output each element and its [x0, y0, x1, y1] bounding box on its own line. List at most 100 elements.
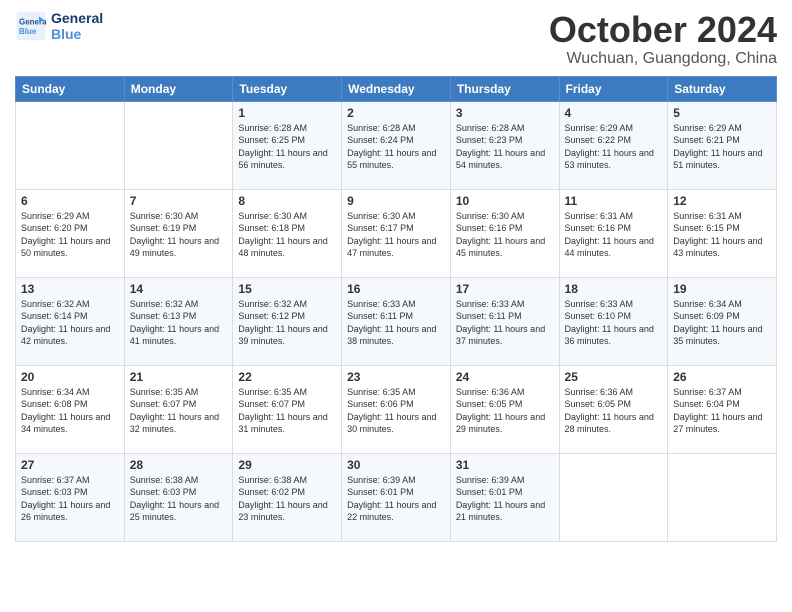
- day-number: 28: [130, 458, 228, 472]
- svg-text:Blue: Blue: [19, 27, 37, 36]
- day-info: Sunrise: 6:30 AM Sunset: 6:18 PM Dayligh…: [238, 210, 336, 260]
- day-number: 27: [21, 458, 119, 472]
- month-title: October 2024: [549, 10, 777, 50]
- page: General Blue General Blue October 2024 W…: [0, 0, 792, 612]
- day-number: 23: [347, 370, 445, 384]
- calendar-day-cell: 19 Sunrise: 6:34 AM Sunset: 6:09 PM Dayli…: [668, 277, 777, 365]
- day-info: Sunrise: 6:30 AM Sunset: 6:16 PM Dayligh…: [456, 210, 554, 260]
- calendar-day-cell: 1 Sunrise: 6:28 AM Sunset: 6:25 PM Daylig…: [233, 101, 342, 189]
- day-info: Sunrise: 6:39 AM Sunset: 6:01 PM Dayligh…: [456, 474, 554, 524]
- day-info: Sunrise: 6:33 AM Sunset: 6:11 PM Dayligh…: [456, 298, 554, 348]
- day-info: Sunrise: 6:37 AM Sunset: 6:03 PM Dayligh…: [21, 474, 119, 524]
- calendar-day-cell: 27 Sunrise: 6:37 AM Sunset: 6:03 PM Dayli…: [16, 453, 125, 541]
- day-info: Sunrise: 6:36 AM Sunset: 6:05 PM Dayligh…: [456, 386, 554, 436]
- calendar-day-cell: 29Sunrise: 6:38 AM Sunset: 6:02 PM Dayli…: [233, 453, 342, 541]
- calendar-day-cell: 9Sunrise: 6:30 AM Sunset: 6:17 PM Daylig…: [342, 189, 451, 277]
- day-number: 8: [238, 194, 336, 208]
- day-info: Sunrise: 6:29 AM Sunset: 6:22 PM Dayligh…: [565, 122, 663, 172]
- calendar-day-cell: 18 Sunrise: 6:33 AM Sunset: 6:10 PM Dayli…: [559, 277, 668, 365]
- calendar-day-cell: [668, 453, 777, 541]
- weekday-header-row: SundayMondayTuesdayWednesdayThursdayFrid…: [16, 76, 777, 101]
- calendar-day-cell: 17 Sunrise: 6:33 AM Sunset: 6:11 PM Dayli…: [450, 277, 559, 365]
- calendar-day-cell: 3Sunrise: 6:28 AM Sunset: 6:23 PM Daylig…: [450, 101, 559, 189]
- weekday-header-cell: Thursday: [450, 76, 559, 101]
- location-title: Wuchuan, Guangdong, China: [549, 50, 777, 68]
- day-info: Sunrise: 6:32 AM Sunset: 6:12 PM Dayligh…: [238, 298, 336, 348]
- calendar-day-cell: 24Sunrise: 6:36 AM Sunset: 6:05 PM Dayli…: [450, 365, 559, 453]
- day-number: 17: [456, 282, 554, 296]
- calendar-day-cell: 31 Sunrise: 6:39 AM Sunset: 6:01 PM Dayli…: [450, 453, 559, 541]
- day-number: 16: [347, 282, 445, 296]
- day-number: 20: [21, 370, 119, 384]
- calendar-day-cell: 10 Sunrise: 6:30 AM Sunset: 6:16 PM Dayli…: [450, 189, 559, 277]
- day-number: 21: [130, 370, 228, 384]
- day-info: Sunrise: 6:35 AM Sunset: 6:07 PM Dayligh…: [130, 386, 228, 436]
- day-info: Sunrise: 6:38 AM Sunset: 6:02 PM Dayligh…: [238, 474, 336, 524]
- day-number: 2: [347, 106, 445, 120]
- day-number: 31: [456, 458, 554, 472]
- logo-text-general: General: [51, 10, 103, 26]
- calendar-day-cell: 12 Sunrise: 6:31 AM Sunset: 6:15 PM Dayli…: [668, 189, 777, 277]
- calendar-day-cell: 14Sunrise: 6:32 AM Sunset: 6:13 PM Dayli…: [124, 277, 233, 365]
- day-info: Sunrise: 6:36 AM Sunset: 6:05 PM Dayligh…: [565, 386, 663, 436]
- logo-text-blue: Blue: [51, 26, 103, 42]
- calendar-day-cell: 20 Sunrise: 6:34 AM Sunset: 6:08 PM Dayli…: [16, 365, 125, 453]
- weekday-header-cell: Saturday: [668, 76, 777, 101]
- day-info: Sunrise: 6:34 AM Sunset: 6:08 PM Dayligh…: [21, 386, 119, 436]
- svg-text:General: General: [19, 17, 47, 26]
- calendar-day-cell: 2 Sunrise: 6:28 AM Sunset: 6:24 PM Daylig…: [342, 101, 451, 189]
- day-number: 12: [673, 194, 771, 208]
- day-info: Sunrise: 6:32 AM Sunset: 6:13 PM Dayligh…: [130, 298, 228, 348]
- calendar-day-cell: 30Sunrise: 6:39 AM Sunset: 6:01 PM Dayli…: [342, 453, 451, 541]
- logo: General Blue General Blue: [15, 10, 103, 42]
- day-info: Sunrise: 6:33 AM Sunset: 6:10 PM Dayligh…: [565, 298, 663, 348]
- calendar-day-cell: 21 Sunrise: 6:35 AM Sunset: 6:07 PM Dayli…: [124, 365, 233, 453]
- calendar-day-cell: [124, 101, 233, 189]
- day-info: Sunrise: 6:34 AM Sunset: 6:09 PM Dayligh…: [673, 298, 771, 348]
- calendar-day-cell: 11 Sunrise: 6:31 AM Sunset: 6:16 PM Dayli…: [559, 189, 668, 277]
- day-info: Sunrise: 6:28 AM Sunset: 6:25 PM Dayligh…: [238, 122, 336, 172]
- calendar-body: 1 Sunrise: 6:28 AM Sunset: 6:25 PM Daylig…: [16, 101, 777, 541]
- weekday-header-cell: Sunday: [16, 76, 125, 101]
- day-number: 18: [565, 282, 663, 296]
- day-number: 26: [673, 370, 771, 384]
- calendar-day-cell: 6Sunrise: 6:29 AM Sunset: 6:20 PM Daylig…: [16, 189, 125, 277]
- calendar-week-row: 6Sunrise: 6:29 AM Sunset: 6:20 PM Daylig…: [16, 189, 777, 277]
- title-block: October 2024 Wuchuan, Guangdong, China: [549, 10, 777, 68]
- day-info: Sunrise: 6:35 AM Sunset: 6:06 PM Dayligh…: [347, 386, 445, 436]
- calendar-day-cell: 7Sunrise: 6:30 AM Sunset: 6:19 PM Daylig…: [124, 189, 233, 277]
- calendar-day-cell: 8 Sunrise: 6:30 AM Sunset: 6:18 PM Daylig…: [233, 189, 342, 277]
- logo-icon: General Blue: [15, 10, 47, 42]
- day-info: Sunrise: 6:29 AM Sunset: 6:21 PM Dayligh…: [673, 122, 771, 172]
- day-info: Sunrise: 6:31 AM Sunset: 6:16 PM Dayligh…: [565, 210, 663, 260]
- day-info: Sunrise: 6:37 AM Sunset: 6:04 PM Dayligh…: [673, 386, 771, 436]
- day-number: 15: [238, 282, 336, 296]
- day-info: Sunrise: 6:31 AM Sunset: 6:15 PM Dayligh…: [673, 210, 771, 260]
- calendar-day-cell: 4 Sunrise: 6:29 AM Sunset: 6:22 PM Daylig…: [559, 101, 668, 189]
- day-number: 5: [673, 106, 771, 120]
- day-number: 6: [21, 194, 119, 208]
- day-info: Sunrise: 6:32 AM Sunset: 6:14 PM Dayligh…: [21, 298, 119, 348]
- calendar-week-row: 1 Sunrise: 6:28 AM Sunset: 6:25 PM Daylig…: [16, 101, 777, 189]
- calendar-week-row: 27 Sunrise: 6:37 AM Sunset: 6:03 PM Dayli…: [16, 453, 777, 541]
- day-number: 19: [673, 282, 771, 296]
- weekday-header-cell: Wednesday: [342, 76, 451, 101]
- day-number: 9: [347, 194, 445, 208]
- weekday-header-cell: Monday: [124, 76, 233, 101]
- calendar-week-row: 13 Sunrise: 6:32 AM Sunset: 6:14 PM Dayli…: [16, 277, 777, 365]
- calendar-week-row: 20 Sunrise: 6:34 AM Sunset: 6:08 PM Dayli…: [16, 365, 777, 453]
- day-number: 4: [565, 106, 663, 120]
- day-number: 11: [565, 194, 663, 208]
- day-info: Sunrise: 6:28 AM Sunset: 6:24 PM Dayligh…: [347, 122, 445, 172]
- day-info: Sunrise: 6:38 AM Sunset: 6:03 PM Dayligh…: [130, 474, 228, 524]
- day-number: 10: [456, 194, 554, 208]
- day-number: 1: [238, 106, 336, 120]
- calendar-table: SundayMondayTuesdayWednesdayThursdayFrid…: [15, 76, 777, 542]
- calendar-day-cell: 13 Sunrise: 6:32 AM Sunset: 6:14 PM Dayli…: [16, 277, 125, 365]
- calendar-day-cell: 26 Sunrise: 6:37 AM Sunset: 6:04 PM Dayli…: [668, 365, 777, 453]
- calendar-day-cell: 5 Sunrise: 6:29 AM Sunset: 6:21 PM Daylig…: [668, 101, 777, 189]
- calendar-day-cell: 15 Sunrise: 6:32 AM Sunset: 6:12 PM Dayli…: [233, 277, 342, 365]
- calendar-day-cell: 25Sunrise: 6:36 AM Sunset: 6:05 PM Dayli…: [559, 365, 668, 453]
- day-number: 13: [21, 282, 119, 296]
- calendar-day-cell: 22Sunrise: 6:35 AM Sunset: 6:07 PM Dayli…: [233, 365, 342, 453]
